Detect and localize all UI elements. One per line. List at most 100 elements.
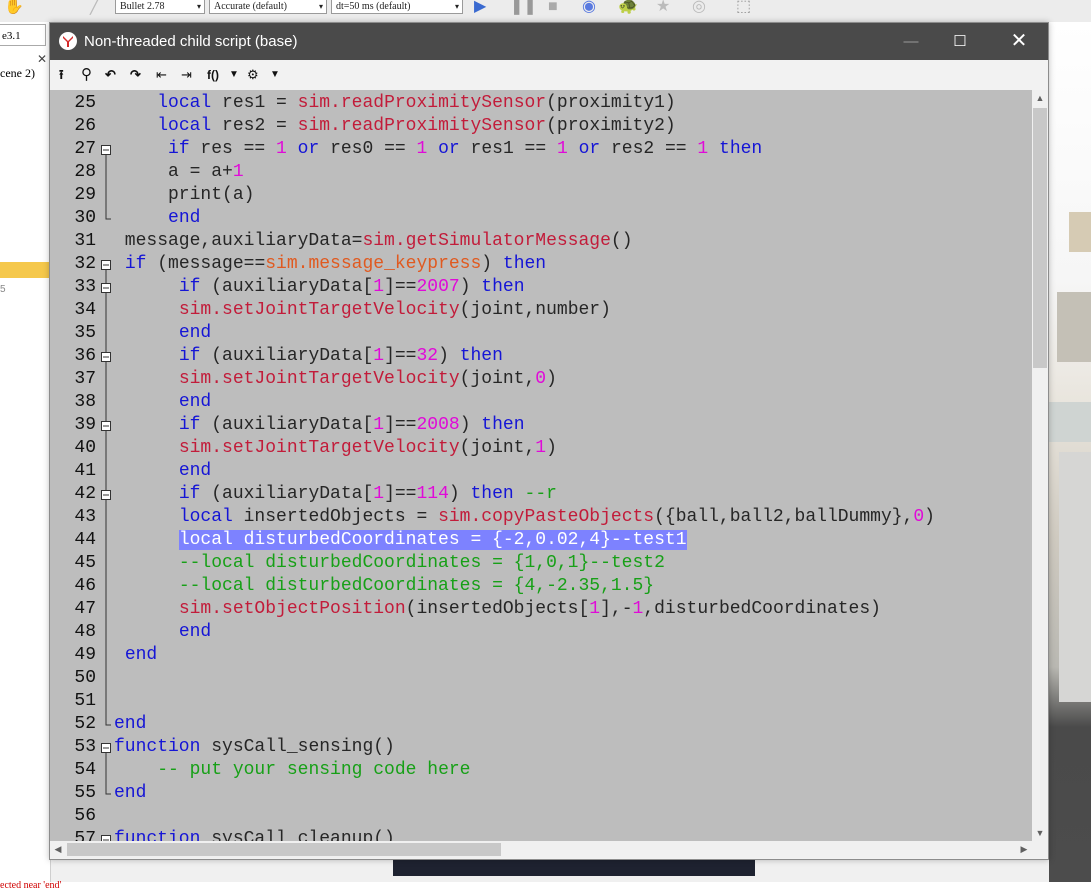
stop-icon[interactable]: ■	[548, 0, 558, 15]
function-list-button[interactable]: f()	[207, 66, 219, 84]
scroll-up-icon[interactable]: ▲	[1032, 90, 1048, 106]
code-line[interactable]: 31 message,auxiliaryData=sim.getSimulato…	[50, 230, 1032, 253]
scene-view[interactable]	[1049, 22, 1091, 882]
code-line[interactable]: 38 end	[50, 391, 1032, 414]
code-line[interactable]: 28 a = a+1	[50, 161, 1032, 184]
scroll-right-icon[interactable]: ▶	[1016, 841, 1032, 858]
code-line[interactable]: 48 end	[50, 621, 1032, 644]
scroll-left-icon[interactable]: ◀	[50, 841, 66, 858]
scene-object	[1059, 452, 1091, 702]
code-text: end	[124, 645, 158, 665]
code-line[interactable]: 42 if (auxiliaryData[1]==114) then --r	[50, 483, 1032, 506]
chevron-down-icon[interactable]: ▼	[270, 66, 280, 84]
turtle-icon[interactable]: 🐢	[618, 0, 638, 15]
unindent-icon[interactable]: ⇤	[156, 66, 167, 84]
scene-tab[interactable]: e3.1	[0, 24, 46, 46]
title-bar[interactable]: Non-threaded child script (base) — ☐ ✕	[50, 23, 1048, 60]
status-bar	[0, 882, 1091, 891]
line-number: 31	[74, 231, 96, 251]
code-line[interactable]: 52 end	[50, 713, 1032, 736]
fold-marker-icon[interactable]	[101, 483, 111, 506]
code-line[interactable]: 25 local res1 = sim.readProximitySensor(…	[50, 92, 1032, 115]
code-line[interactable]: 44 local disturbedCoordinates = {-2,0.02…	[50, 529, 1032, 552]
cursor-icon[interactable]: ⬚	[736, 0, 751, 15]
line-number: 55	[74, 783, 96, 803]
snippet-icon[interactable]: ⚙	[247, 66, 259, 84]
pause-icon[interactable]: ❚❚	[510, 0, 537, 15]
vertical-scrollbar[interactable]: ▲ ▼	[1032, 90, 1048, 841]
code-line[interactable]: 32 if (message==sim.message_keypress) th…	[50, 253, 1032, 276]
code-line[interactable]: 47 sim.setObjectPosition(insertedObjects…	[50, 598, 1032, 621]
undo-icon[interactable]: ↶	[105, 66, 116, 84]
fold-marker-icon[interactable]	[101, 253, 111, 276]
hand-icon[interactable]: ✋	[4, 0, 24, 15]
code-line[interactable]: 39 if (auxiliaryData[1]==2008) then	[50, 414, 1032, 437]
code-line[interactable]: 35 end	[50, 322, 1032, 345]
pen-icon[interactable]: ╱	[90, 0, 100, 15]
close-button[interactable]: ✕	[996, 23, 1042, 60]
script-editor-window: Non-threaded child script (base) — ☐ ✕ ⭱…	[49, 22, 1049, 860]
code-line[interactable]: 45 --local disturbedCoordinates = {1,0,1…	[50, 552, 1032, 575]
selected-text[interactable]: local disturbedCoordinates = {-2,0.02,4}…	[178, 530, 687, 550]
fold-marker-icon[interactable]	[101, 138, 111, 161]
code-line[interactable]: 27 if res == 1 or res0 == 1 or res1 == 1…	[50, 138, 1032, 161]
fold-line	[101, 575, 111, 598]
scene-object	[1069, 212, 1091, 252]
code-line[interactable]: 37 sim.setJointTargetVelocity(joint,0)	[50, 368, 1032, 391]
redo-icon[interactable]: ↷	[130, 66, 141, 84]
timestep-select[interactable]: dt=50 ms (default) ▾	[331, 0, 463, 14]
upload-icon[interactable]: ⭱	[59, 66, 64, 84]
fold-marker-icon[interactable]	[101, 828, 111, 841]
code-line[interactable]: 51	[50, 690, 1032, 713]
selected-hierarchy-row[interactable]	[0, 262, 50, 278]
play-icon[interactable]: ▶	[474, 0, 486, 15]
vertical-scroll-thumb[interactable]	[1033, 108, 1047, 368]
line-number: 40	[74, 438, 96, 458]
fold-line	[101, 552, 111, 575]
accuracy-select[interactable]: Accurate (default) ▾	[209, 0, 327, 14]
code-line[interactable]: 36 if (auxiliaryData[1]==32) then	[50, 345, 1032, 368]
horizontal-scrollbar[interactable]: ◀ ▶	[50, 841, 1032, 858]
code-line[interactable]: 40 sim.setJointTargetVelocity(joint,1)	[50, 437, 1032, 460]
code-line[interactable]: 46 --local disturbedCoordinates = {4,-2.…	[50, 575, 1032, 598]
code-line[interactable]: 55 end	[50, 782, 1032, 805]
eye-icon[interactable]: ◎	[692, 0, 706, 15]
horizontal-scroll-thumb[interactable]	[67, 843, 501, 856]
search-icon[interactable]: ⚲	[81, 66, 92, 84]
code-line[interactable]: 57 function sysCall_cleanup()	[50, 828, 1032, 841]
code-line[interactable]: 30 end	[50, 207, 1032, 230]
code-line[interactable]: 41 end	[50, 460, 1032, 483]
code-line[interactable]: 26 local res2 = sim.readProximitySensor(…	[50, 115, 1032, 138]
code-line[interactable]: 34 sim.setJointTargetVelocity(joint,numb…	[50, 299, 1032, 322]
physics-engine-select[interactable]: Bullet 2.78 ▾	[115, 0, 205, 14]
fold-marker-icon[interactable]	[101, 736, 111, 759]
maximize-button[interactable]: ☐	[937, 23, 983, 60]
fold-line	[101, 667, 111, 690]
fold-marker-icon[interactable]	[101, 414, 111, 437]
code-line[interactable]: 53 function sysCall_sensing()	[50, 736, 1032, 759]
close-icon[interactable]: ✕	[37, 52, 47, 66]
code-editor[interactable]: 25 local res1 = sim.readProximitySensor(…	[50, 90, 1048, 841]
code-line[interactable]: 56	[50, 805, 1032, 828]
code-area[interactable]: 25 local res1 = sim.readProximitySensor(…	[50, 90, 1032, 841]
scene-dark-panel	[393, 858, 755, 876]
rabbit-icon[interactable]: ★	[656, 0, 670, 15]
code-text: if (auxiliaryData[1]==32) then	[178, 346, 503, 366]
code-line[interactable]: 33 if (auxiliaryData[1]==2007) then	[50, 276, 1032, 299]
fold-marker-icon[interactable]	[101, 276, 111, 299]
minimize-button[interactable]: —	[888, 23, 934, 60]
code-line[interactable]: 50	[50, 667, 1032, 690]
code-text: sim.setJointTargetVelocity(joint,number)	[178, 300, 611, 320]
code-line[interactable]: 43 local insertedObjects = sim.copyPaste…	[50, 506, 1032, 529]
fold-marker-icon[interactable]	[101, 345, 111, 368]
chevron-down-icon[interactable]: ▼	[229, 66, 239, 84]
scroll-down-icon[interactable]: ▼	[1032, 825, 1048, 841]
code-line[interactable]: 54 -- put your sensing code here	[50, 759, 1032, 782]
scene-tab-label[interactable]: cene 2)	[0, 66, 35, 81]
realtime-icon[interactable]: ◉	[582, 0, 596, 15]
indent-icon[interactable]: ⇥	[181, 66, 192, 84]
code-line[interactable]: 49 end	[50, 644, 1032, 667]
code-line[interactable]: 29 print(a)	[50, 184, 1032, 207]
chevron-down-icon: ▾	[196, 2, 201, 11]
fold-line	[101, 161, 111, 184]
